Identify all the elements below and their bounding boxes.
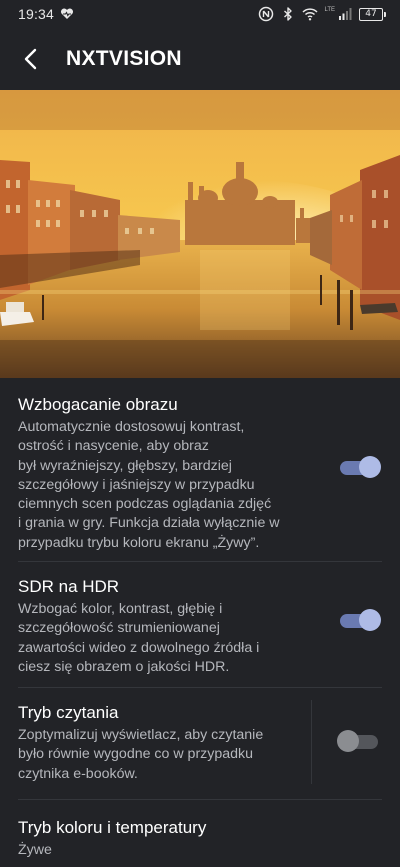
settings-list: Wzbogacanie obrazu Automatycznie dostoso… <box>0 378 400 867</box>
battery-icon: 47 <box>359 7 386 21</box>
toggle-knob <box>359 456 381 478</box>
wifi-icon <box>302 8 318 21</box>
setting-value: Żywe <box>18 842 52 858</box>
arrow-back-icon[interactable] <box>20 47 44 71</box>
bluetooth-icon <box>284 7 293 21</box>
setting-sdr-to-hdr[interactable]: SDR na HDR Wzbogać kolor, kontrast, głęb… <box>0 562 400 688</box>
setting-description: Wzbogać kolor, kontrast, głębię i szczeg… <box>18 601 260 675</box>
signal-icon <box>339 8 352 20</box>
toggle-knob <box>337 730 359 752</box>
setting-title: Tryb koloru i temperatury <box>18 818 207 837</box>
nfc-icon <box>259 6 274 22</box>
sdr-to-hdr-toggle[interactable] <box>340 609 381 631</box>
setting-image-enhancement[interactable]: Wzbogacanie obrazu Automatycznie dostoso… <box>0 378 400 562</box>
battery-level: 47 <box>359 7 383 21</box>
app-bar: NXTVISION <box>0 28 400 90</box>
setting-reading-mode[interactable]: Tryb czytania Zoptymalizuj wyświetlacz, … <box>0 688 400 800</box>
setting-color-mode-temperature[interactable]: Tryb koloru i temperatury Żywe <box>0 800 400 867</box>
hero-image <box>0 90 400 378</box>
setting-title: Wzbogacanie obrazu <box>18 395 178 414</box>
setting-title: SDR na HDR <box>18 577 120 596</box>
page-title: NXTVISION <box>66 47 182 70</box>
status-bar: 19:34 LTE 47 <box>0 0 400 28</box>
heart-monitor-icon <box>61 8 74 19</box>
reading-mode-toggle[interactable] <box>337 730 378 752</box>
setting-title: Tryb czytania <box>18 703 119 722</box>
toggle-knob <box>359 609 381 631</box>
setting-description: Automatycznie dostosowuj kontrast, ostro… <box>18 419 280 551</box>
status-time: 19:34 <box>18 6 55 22</box>
network-type-label: LTE <box>324 7 335 13</box>
setting-description: Zoptymalizuj wyświetlacz, aby czytanie b… <box>18 727 264 782</box>
image-enhancement-toggle[interactable] <box>340 456 381 478</box>
vertical-divider <box>311 700 312 784</box>
